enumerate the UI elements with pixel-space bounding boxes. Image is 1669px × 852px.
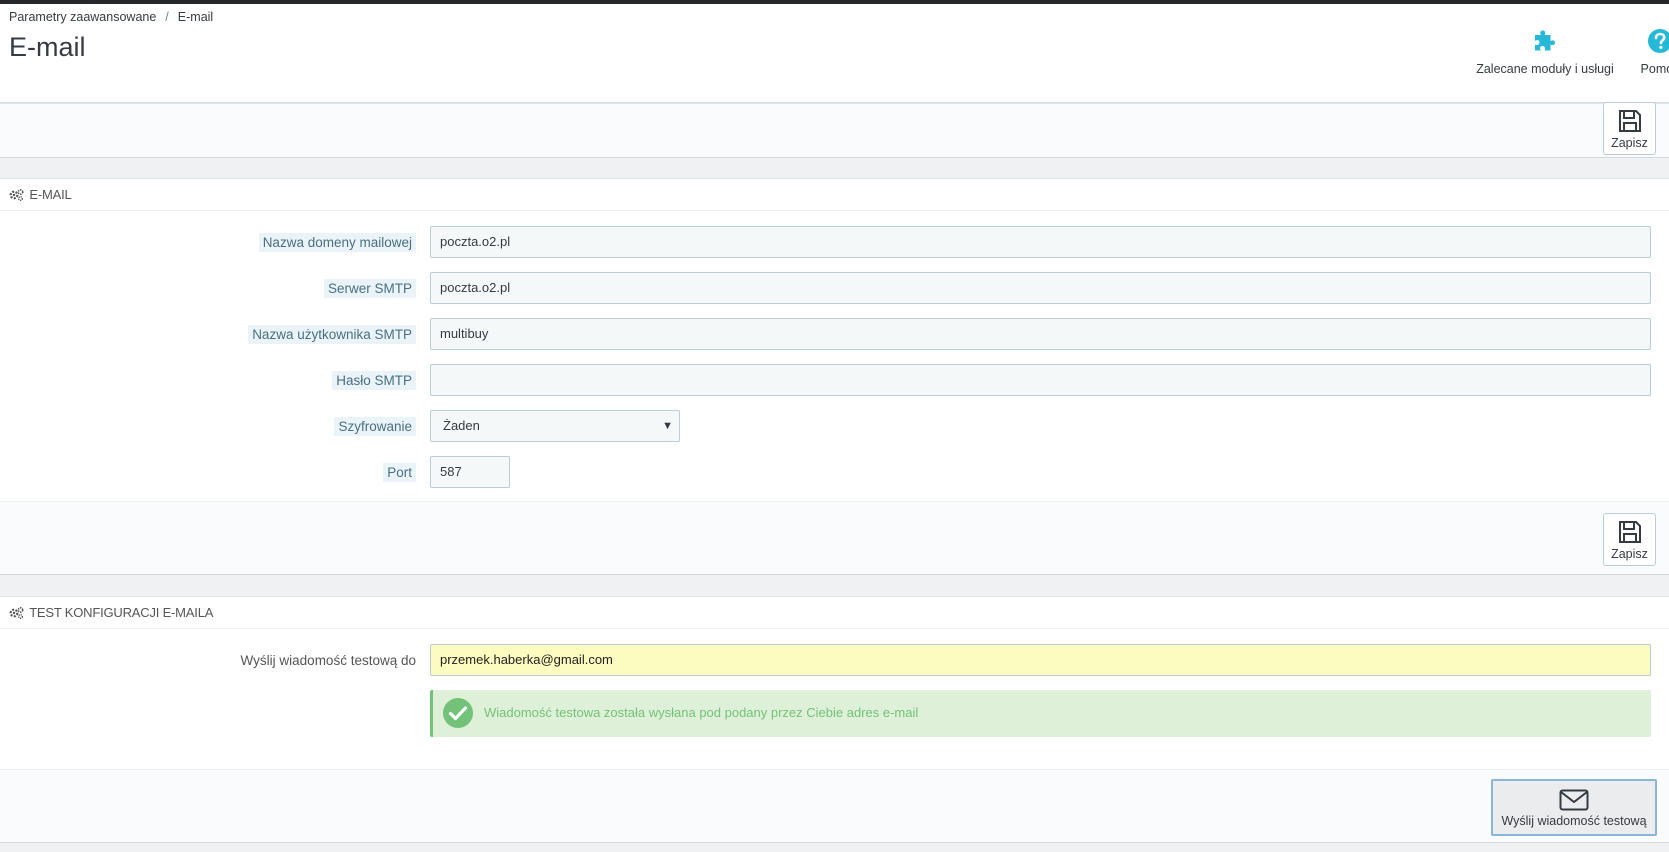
top-save-button[interactable]: Zapisz xyxy=(1603,102,1656,155)
send-to-label: Wyślij wiadomość testową do xyxy=(240,653,416,668)
smtp-password-row: Hasło SMTP xyxy=(0,364,1669,396)
top-save-bar: Zapisz xyxy=(0,102,1669,158)
top-save-label: Zapisz xyxy=(1611,136,1648,150)
port-label: Port xyxy=(383,463,416,482)
test-panel-title: TEST KONFIGURACJI E-MAILA xyxy=(29,605,214,620)
email-settings-panel: E-MAIL Nazwa domeny mailowej poczta.o2.p… xyxy=(0,178,1669,502)
encryption-label: Szyfrowanie xyxy=(334,417,416,436)
success-alert: Wiadomość testowa została wysłana pod po… xyxy=(430,690,1651,737)
email-save-button[interactable]: Zapisz xyxy=(1603,513,1656,566)
chevron-down-icon: ▼ xyxy=(662,420,673,432)
smtp-user-label: Nazwa użytkownika SMTP xyxy=(248,325,416,344)
domain-row: Nazwa domeny mailowej poczta.o2.pl xyxy=(0,226,1669,258)
smtp-user-input[interactable]: multibuy xyxy=(430,318,1651,350)
email-save-label: Zapisz xyxy=(1611,547,1648,561)
smtp-password-label: Hasło SMTP xyxy=(332,371,416,390)
envelope-icon xyxy=(1559,789,1589,811)
breadcrumb-parent-link[interactable]: Parametry zaawansowane xyxy=(9,10,156,24)
send-to-row: Wyślij wiadomość testową do przemek.habe… xyxy=(0,644,1669,676)
test-panel-heading: TEST KONFIGURACJI E-MAILA xyxy=(0,597,1669,629)
send-to-email-input[interactable]: przemek.haberka@gmail.com xyxy=(430,644,1651,676)
gears-icon xyxy=(9,188,24,201)
domain-input[interactable]: poczta.o2.pl xyxy=(430,226,1651,258)
encryption-selected-value: Żaden xyxy=(443,418,480,433)
save-icon xyxy=(1618,110,1641,132)
domain-label: Nazwa domeny mailowej xyxy=(258,233,416,252)
email-panel-footer: Zapisz xyxy=(0,501,1669,575)
email-test-panel: TEST KONFIGURACJI E-MAILA Wyślij wiadomo… xyxy=(0,596,1669,770)
puzzle-icon xyxy=(1535,30,1556,51)
breadcrumb-separator: / xyxy=(165,10,169,24)
encryption-row: Szyfrowanie Żaden ▼ xyxy=(0,410,1669,442)
encryption-select[interactable]: Żaden ▼ xyxy=(430,410,680,442)
smtp-server-label: Serwer SMTP xyxy=(323,279,416,298)
check-circle-icon xyxy=(443,698,473,728)
recommended-modules-label: Zalecane moduły i usługi xyxy=(1476,62,1614,76)
send-test-email-button[interactable]: Wyślij wiadomość testową xyxy=(1491,779,1657,836)
help-label: Pomoc xyxy=(1640,62,1669,76)
test-panel-footer: Wyślij wiadomość testową xyxy=(0,769,1669,843)
breadcrumb-current: E-mail xyxy=(177,10,214,24)
page-title: E-mail xyxy=(9,32,86,62)
smtp-password-input[interactable] xyxy=(430,364,1651,396)
email-panel-title: E-MAIL xyxy=(29,187,72,202)
send-test-email-label: Wyślij wiadomość testową xyxy=(1501,814,1647,828)
breadcrumb: Parametry zaawansowane / E-mail xyxy=(9,10,213,24)
smtp-server-input[interactable]: poczta.o2.pl xyxy=(430,272,1651,304)
success-message: Wiadomość testowa została wysłana pod po… xyxy=(484,705,919,720)
question-circle-icon xyxy=(1648,29,1669,53)
recommended-modules-button[interactable]: Zalecane moduły i usługi xyxy=(1470,26,1620,76)
port-input[interactable]: 587 xyxy=(430,456,510,488)
save-icon xyxy=(1618,521,1641,543)
smtp-server-row: Serwer SMTP poczta.o2.pl xyxy=(0,272,1669,304)
email-panel-heading: E-MAIL xyxy=(0,179,1669,211)
smtp-user-row: Nazwa użytkownika SMTP multibuy xyxy=(0,318,1669,350)
page-header: Parametry zaawansowane / E-mail E-mail Zal… xyxy=(0,4,1669,103)
help-button[interactable]: Pomoc xyxy=(1630,26,1669,76)
gears-icon xyxy=(9,606,24,619)
port-row: Port 587 xyxy=(0,456,1669,488)
